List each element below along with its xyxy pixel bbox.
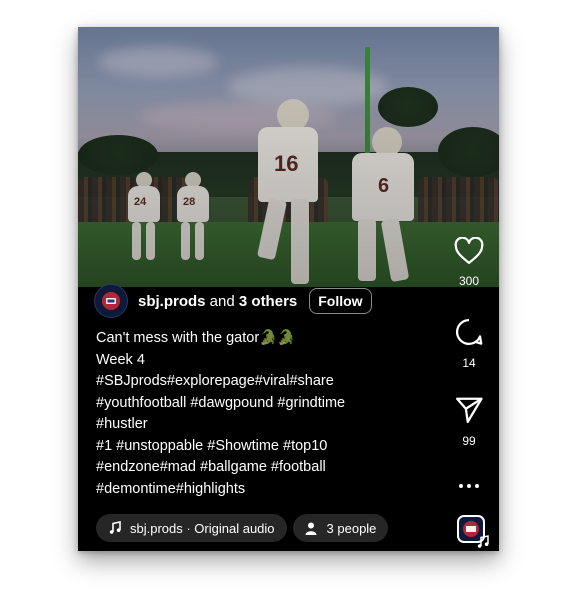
caption-line: Can't mess with the gator🐊🐊 bbox=[96, 330, 296, 346]
caption-line: #youthfootball #dawgpound #grindtime bbox=[96, 394, 346, 411]
audio-chip[interactable]: sbj.prods · Original audio bbox=[96, 514, 287, 542]
reel-container: 16 6 24 28 bbox=[78, 27, 499, 551]
comment-count: 14 bbox=[462, 356, 476, 370]
author-username[interactable]: sbj.prods and 3 others bbox=[138, 293, 297, 310]
music-note-icon bbox=[109, 521, 121, 534]
share-action[interactable]: 99 bbox=[439, 395, 499, 448]
audio-label: sbj.prods · Original audio bbox=[130, 520, 275, 536]
caption-line: #hustler bbox=[96, 416, 148, 432]
music-note-icon bbox=[477, 535, 489, 548]
author-row: sbj.prods and 3 others Follow bbox=[94, 284, 372, 318]
avatar[interactable] bbox=[94, 284, 128, 318]
caption-line: #1 #unstoppable #Showtime #top10 bbox=[96, 437, 328, 454]
send-icon[interactable] bbox=[454, 395, 484, 425]
more-icon[interactable] bbox=[457, 482, 481, 490]
share-count: 99 bbox=[462, 434, 476, 448]
person-icon bbox=[305, 522, 317, 535]
caption-line: Week 4 bbox=[96, 351, 145, 368]
caption-line: #endzone#mad #ballgame #football bbox=[96, 459, 326, 475]
people-chip[interactable]: 3 people bbox=[292, 514, 389, 542]
comment-icon[interactable] bbox=[454, 317, 484, 347]
heart-icon[interactable] bbox=[454, 236, 484, 265]
caption-line: #demontime#highlights bbox=[96, 480, 246, 497]
comment-action[interactable]: 14 bbox=[439, 317, 499, 370]
caption[interactable]: Can't mess with the gator🐊🐊 Week 4 #SBJp… bbox=[96, 328, 426, 500]
video-player[interactable]: 16 6 24 28 bbox=[78, 27, 499, 287]
like-action[interactable]: 300 bbox=[439, 236, 499, 288]
like-count: 300 bbox=[458, 274, 480, 288]
audio-chips: sbj.prods · Original audio 3 people bbox=[96, 514, 389, 542]
follow-button[interactable]: Follow bbox=[309, 288, 372, 314]
caption-line: #SBJprods#explorepage#viral#share bbox=[96, 373, 334, 389]
people-label: 3 people bbox=[326, 520, 377, 536]
more-action[interactable] bbox=[439, 477, 499, 495]
